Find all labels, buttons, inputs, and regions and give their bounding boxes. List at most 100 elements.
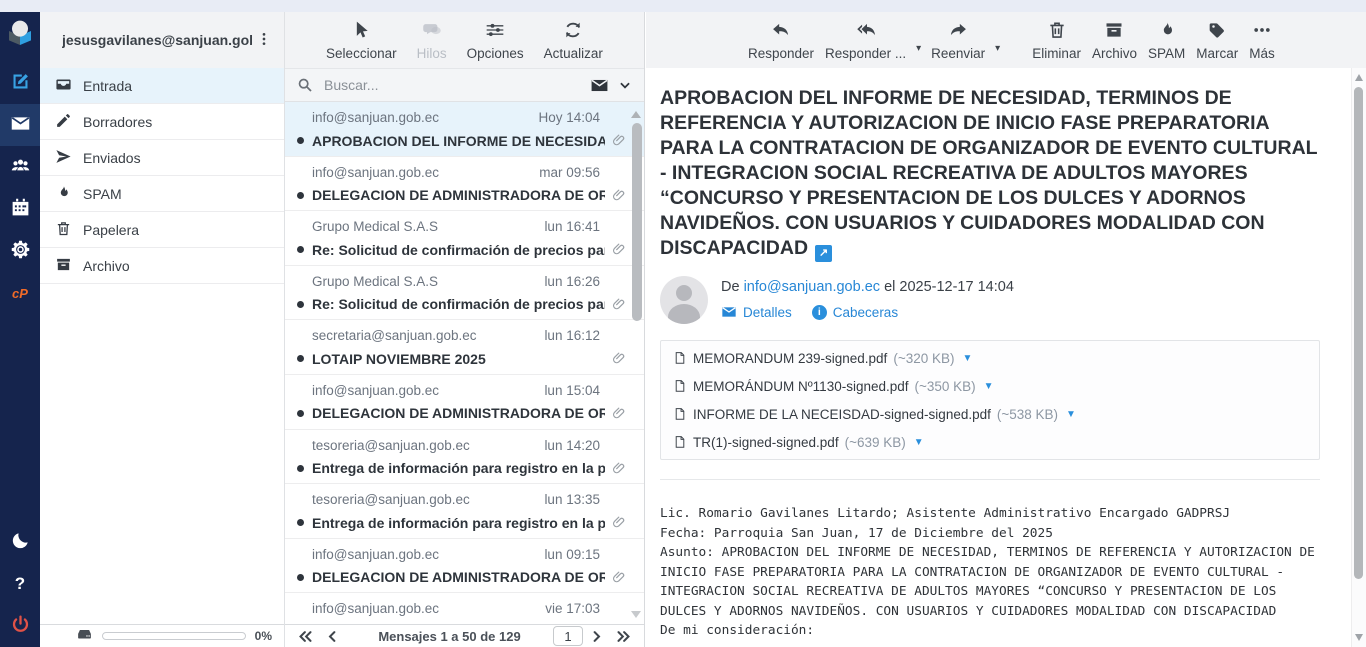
compose-button[interactable] bbox=[0, 62, 40, 104]
search-scope-mail-icon[interactable] bbox=[590, 76, 609, 95]
reply-label: Responder bbox=[748, 46, 814, 61]
prev-page-button[interactable] bbox=[319, 629, 346, 644]
message-row[interactable]: Grupo Medical S.A.Slun 16:26 Re: Solicit… bbox=[285, 266, 644, 321]
message-sender: secretaria@sanjuan.gob.ec bbox=[312, 328, 477, 343]
rail-calendar-button[interactable] bbox=[0, 188, 40, 230]
attachment-size: (~538 KB) bbox=[997, 407, 1058, 422]
attachment-menu-caret[interactable]: ▼ bbox=[963, 353, 973, 364]
message-subject: Entrega de información para registro en … bbox=[312, 515, 605, 531]
message-row[interactable]: info@sanjuan.gob.eclun 09:15 DELEGACION … bbox=[285, 539, 644, 594]
attachment-name: MEMORANDUM 239-signed.pdf bbox=[693, 351, 887, 366]
list-toolbar: Seleccionar Hilos Opciones Actualizar bbox=[285, 12, 644, 68]
reading-pane: Responder Responder ... ▾ Reenviar ▾ Eli… bbox=[646, 12, 1366, 647]
reply-all-dropdown-caret[interactable]: ▾ bbox=[915, 27, 922, 54]
attachment-menu-caret[interactable]: ▼ bbox=[1066, 409, 1076, 420]
message-row[interactable]: Grupo Medical S.A.Slun 16:41 Re: Solicit… bbox=[285, 211, 644, 266]
message-subject: DELEGACION DE ADMINISTRADORA DE OR... bbox=[312, 405, 605, 421]
folder-spam[interactable]: SPAM bbox=[40, 176, 284, 212]
threads-label: Hilos bbox=[417, 46, 447, 61]
next-page-button[interactable] bbox=[583, 629, 610, 644]
list-scrollbar-down-arrow[interactable] bbox=[631, 611, 641, 618]
attachment-menu-caret[interactable]: ▼ bbox=[914, 437, 924, 448]
folder-label: Archivo bbox=[83, 258, 130, 274]
rail-settings-button[interactable] bbox=[0, 230, 40, 272]
reader-scrollbar-thumb[interactable] bbox=[1354, 87, 1363, 579]
reply-all-button[interactable]: Responder ... bbox=[823, 18, 908, 63]
rail-mail-button[interactable] bbox=[0, 104, 40, 146]
attachment-item[interactable]: TR(1)-signed-signed.pdf (~639 KB) ▼ bbox=[673, 428, 924, 456]
folder-entrada[interactable]: Entrada bbox=[40, 68, 284, 104]
reader-scrollbar[interactable] bbox=[1351, 68, 1366, 647]
list-scrollbar-thumb[interactable] bbox=[632, 123, 642, 321]
attachment-item[interactable]: MEMORANDUM 239-signed.pdf (~320 KB) ▼ bbox=[673, 344, 972, 372]
message-row[interactable]: info@sanjuan.gob.ecvie 17:03 bbox=[285, 593, 644, 624]
message-row[interactable]: tesoreria@sanjuan.gob.eclun 14:20 Entreg… bbox=[285, 430, 644, 485]
first-page-button[interactable] bbox=[292, 629, 319, 644]
delete-button[interactable]: Eliminar bbox=[1030, 18, 1083, 63]
message-row[interactable]: secretaria@sanjuan.gob.eclun 16:12 LOTAI… bbox=[285, 320, 644, 375]
more-button[interactable]: Más bbox=[1247, 18, 1277, 63]
quota-footer: 0% bbox=[40, 624, 284, 647]
attachment-menu-caret[interactable]: ▼ bbox=[984, 381, 994, 392]
attachment-item[interactable]: INFORME DE LA NECEISDAD-signed-signed.pd… bbox=[673, 400, 1076, 428]
attachment-item[interactable]: MEMORÁNDUM Nº1130-signed.pdf (~350 KB) ▼ bbox=[673, 372, 994, 400]
search-input[interactable] bbox=[322, 76, 581, 94]
threads-button[interactable]: Hilos bbox=[415, 18, 449, 63]
trash-icon bbox=[55, 220, 72, 240]
message-date: lun 13:35 bbox=[544, 492, 600, 507]
headers-toggle[interactable]: i Cabeceras bbox=[812, 304, 898, 320]
reader-scrollbar-down-arrow[interactable] bbox=[1355, 634, 1363, 641]
message-row[interactable]: info@sanjuan.gob.ecHoy 14:04 APROBACION … bbox=[285, 102, 644, 157]
message-title: APROBACION DEL INFORME DE NECESIDAD, TER… bbox=[660, 86, 1320, 262]
rail-contacts-button[interactable] bbox=[0, 146, 40, 188]
select-button[interactable]: Seleccionar bbox=[324, 18, 399, 63]
page-number-input[interactable] bbox=[553, 626, 583, 646]
forward-dropdown-caret[interactable]: ▾ bbox=[994, 27, 1001, 54]
forward-button[interactable]: Reenviar bbox=[929, 18, 987, 63]
message-subject: DELEGACION DE ADMINISTRADORA DE OR... bbox=[312, 569, 605, 585]
message-row[interactable]: info@sanjuan.gob.ecmar 09:56 DELEGACION … bbox=[285, 157, 644, 212]
quota-bar bbox=[102, 632, 246, 640]
message-body: Lic. Romario Gavilanes Litardo; Asistent… bbox=[660, 504, 1320, 641]
account-menu-button[interactable] bbox=[252, 29, 276, 52]
rail-cpanel-button[interactable]: cP bbox=[0, 272, 40, 314]
list-scrollbar-up-arrow[interactable] bbox=[631, 111, 641, 118]
mark-button[interactable]: Marcar bbox=[1194, 18, 1240, 63]
reply-button[interactable]: Responder bbox=[746, 18, 816, 63]
folder-papelera[interactable]: Papelera bbox=[40, 212, 284, 248]
logout-button[interactable] bbox=[0, 605, 40, 647]
folder-archivo[interactable]: Archivo bbox=[40, 248, 284, 284]
folder-borradores[interactable]: Borradores bbox=[40, 104, 284, 140]
refresh-button[interactable]: Actualizar bbox=[542, 18, 605, 63]
send-icon bbox=[55, 148, 72, 168]
message-subject: LOTAIP NOVIEMBRE 2025 bbox=[312, 351, 605, 367]
paperclip-icon bbox=[611, 405, 628, 422]
disk-icon bbox=[76, 625, 93, 647]
details-toggle[interactable]: Detalles bbox=[721, 304, 792, 320]
folder-enviados[interactable]: Enviados bbox=[40, 140, 284, 176]
message-row[interactable]: tesoreria@sanjuan.gob.eclun 13:35 Entreg… bbox=[285, 484, 644, 539]
select-label: Seleccionar bbox=[326, 46, 397, 61]
sender-email-link[interactable]: info@sanjuan.gob.ec bbox=[744, 279, 880, 295]
spam-button[interactable]: SPAM bbox=[1146, 18, 1187, 63]
attachment-name: TR(1)-signed-signed.pdf bbox=[693, 435, 839, 450]
last-page-button[interactable] bbox=[610, 629, 637, 644]
help-button[interactable]: ? bbox=[0, 563, 40, 605]
archive-button[interactable]: Archivo bbox=[1090, 18, 1139, 63]
envelope-icon bbox=[721, 304, 737, 320]
message-date-text: el 2025-12-17 14:04 bbox=[884, 279, 1014, 295]
dark-mode-button[interactable] bbox=[0, 521, 40, 563]
attachment-size: (~320 KB) bbox=[893, 351, 954, 366]
message-row[interactable]: info@sanjuan.gob.eclun 15:04 DELEGACION … bbox=[285, 375, 644, 430]
message-sender: info@sanjuan.gob.ec bbox=[312, 547, 439, 562]
sender-block: De info@sanjuan.gob.ec el 2025-12-17 14:… bbox=[660, 276, 1320, 324]
open-in-new-window-icon[interactable]: ↗ bbox=[815, 245, 832, 262]
message-sender: info@sanjuan.gob.ec bbox=[312, 601, 439, 616]
folders-panel: jesusgavilanes@sanjuan.gob.... Entrada B… bbox=[40, 12, 285, 647]
refresh-label: Actualizar bbox=[544, 46, 603, 61]
body-line: Asunto: APROBACION DEL INFORME DE NECESI… bbox=[660, 543, 1320, 621]
reader-scrollbar-up-arrow[interactable] bbox=[1355, 74, 1363, 81]
options-button[interactable]: Opciones bbox=[465, 18, 526, 63]
search-options-chevron-icon[interactable] bbox=[618, 78, 632, 92]
from-line: De info@sanjuan.gob.ec el 2025-12-17 14:… bbox=[721, 279, 1014, 295]
